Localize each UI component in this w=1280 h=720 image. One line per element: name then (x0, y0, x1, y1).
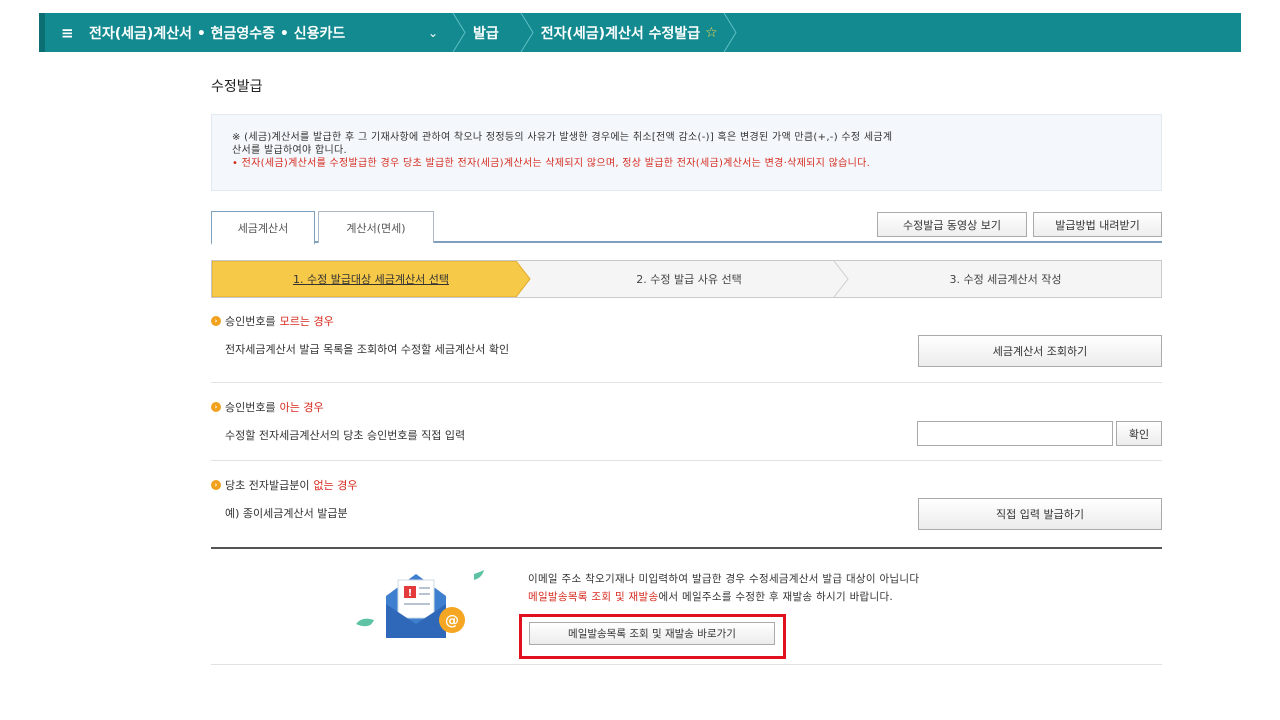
bullet-arrow-icon: › (211, 480, 221, 490)
notice-line-1: ※ (세금)계산서를 발급한 후 그 기재사항에 관하여 착오나 정정등의 사유… (232, 132, 893, 143)
section-desc-unknown: 전자세금계산서 발급 목록을 조회하여 수정할 세금계산서 확인 (225, 343, 510, 356)
mail-resend-shortcut-button[interactable]: 메일발송목록 조회 및 재발송 바로가기 (529, 622, 775, 645)
download-guide-button[interactable]: 발급방법 내려받기 (1033, 212, 1162, 237)
approval-number-input[interactable] (917, 421, 1113, 446)
section-desc-known: 수정할 전자세금계산서의 당초 승인번호를 직접 입력 (225, 429, 466, 442)
breadcrumb-separator-icon (447, 13, 469, 52)
divider (211, 382, 1162, 383)
menu-icon[interactable]: ≡ (61, 24, 89, 42)
section-title-prefix: 당초 전자발급분이 (225, 479, 310, 492)
tab-invoice-tax-exempt[interactable]: 계산서(면세) (318, 211, 434, 243)
section-title-prefix: 승인번호를 (225, 401, 276, 414)
notice-box: ※ (세금)계산서를 발급한 후 그 기재사항에 관하여 착오나 정정등의 사유… (211, 114, 1162, 191)
section-title-highlight: 아는 경우 (279, 401, 324, 414)
breadcrumb-current: 전자(세금)계산서 수정발급 ☆ (541, 23, 718, 43)
breadcrumb-issue[interactable]: 발급 (473, 23, 499, 43)
search-tax-invoice-button[interactable]: 세금계산서 조회하기 (918, 335, 1162, 367)
step-indicator: 1. 수정 발급대상 세금계산서 선택 2. 수정 발급 사유 선택 3. 수정… (211, 260, 1162, 298)
section-title-prefix: 승인번호를 (225, 315, 276, 328)
svg-text:@: @ (445, 613, 459, 629)
section-known-approval: › 승인번호를 아는 경우 (211, 399, 1162, 415)
step-2: 2. 수정 발급 사유 선택 (636, 273, 742, 286)
email-notice-line-2-rest: 에서 메일주소를 수정한 후 재발송 하시기 바랍니다. (658, 591, 894, 603)
section-no-original: › 당초 전자발급분이 없는 경우 (211, 477, 1162, 493)
section-desc-none: 예) 종이세금계산서 발급분 (225, 507, 348, 520)
section-title-highlight: 없는 경우 (313, 479, 358, 492)
divider (211, 664, 1162, 665)
tab-tax-invoice[interactable]: 세금계산서 (211, 211, 315, 245)
notice-line-3: • 전자(세금)계산서를 수정발급한 경우 당초 발급한 전자(세금)계산서는 … (232, 158, 871, 169)
bullet-arrow-icon: › (211, 316, 221, 326)
bullet-arrow-icon: › (211, 402, 221, 412)
divider-strong (211, 547, 1162, 549)
direct-input-issue-button[interactable]: 직접 입력 발급하기 (918, 498, 1162, 530)
email-envelope-icon: ! @ (356, 570, 484, 638)
view-video-button[interactable]: 수정발급 동영상 보기 (877, 212, 1027, 237)
section-title: › 승인번호를 아는 경우 (211, 399, 1162, 415)
section-title: › 당초 전자발급분이 없는 경우 (211, 477, 1162, 493)
email-notice-link-text: 메일발송목록 조회 및 재발송 (528, 591, 659, 603)
breadcrumb-current-label: 전자(세금)계산서 수정발급 (540, 25, 701, 42)
section-title: › 승인번호를 모르는 경우 (211, 313, 1162, 329)
step-1: 1. 수정 발급대상 세금계산서 선택 (292, 273, 450, 286)
section-unknown-approval: › 승인번호를 모르는 경우 (211, 313, 1162, 329)
email-notice-line-1: 이메일 주소 착오기재나 미입력하여 발급한 경우 수정세금계산서 발급 대상이… (528, 573, 920, 585)
step-3: 3. 수정 세금계산서 작성 (949, 273, 1062, 286)
breadcrumb-separator-icon (718, 13, 740, 52)
divider (211, 460, 1162, 461)
favorite-star-icon[interactable]: ☆ (705, 25, 718, 41)
page-title: 수정발급 (211, 79, 263, 95)
confirm-button[interactable]: 확인 (1116, 421, 1162, 446)
email-notice-line-2: 메일발송목록 조회 및 재발송에서 메일주소를 수정한 후 재발송 하시기 바랍… (528, 589, 893, 604)
breadcrumb-separator-icon (515, 13, 537, 52)
section-title-highlight: 모르는 경우 (279, 315, 334, 328)
chevron-down-icon[interactable]: ⌄ (419, 26, 447, 40)
breadcrumb-main[interactable]: 전자(세금)계산서 • 현금영수증 • 신용카드 (89, 23, 419, 43)
notice-line-2: 산서를 발급하여야 합니다. (232, 145, 347, 156)
svg-text:!: ! (408, 588, 413, 599)
top-nav-bar: ≡ 전자(세금)계산서 • 현금영수증 • 신용카드 ⌄ 발급 전자(세금)계산… (39, 13, 1241, 52)
